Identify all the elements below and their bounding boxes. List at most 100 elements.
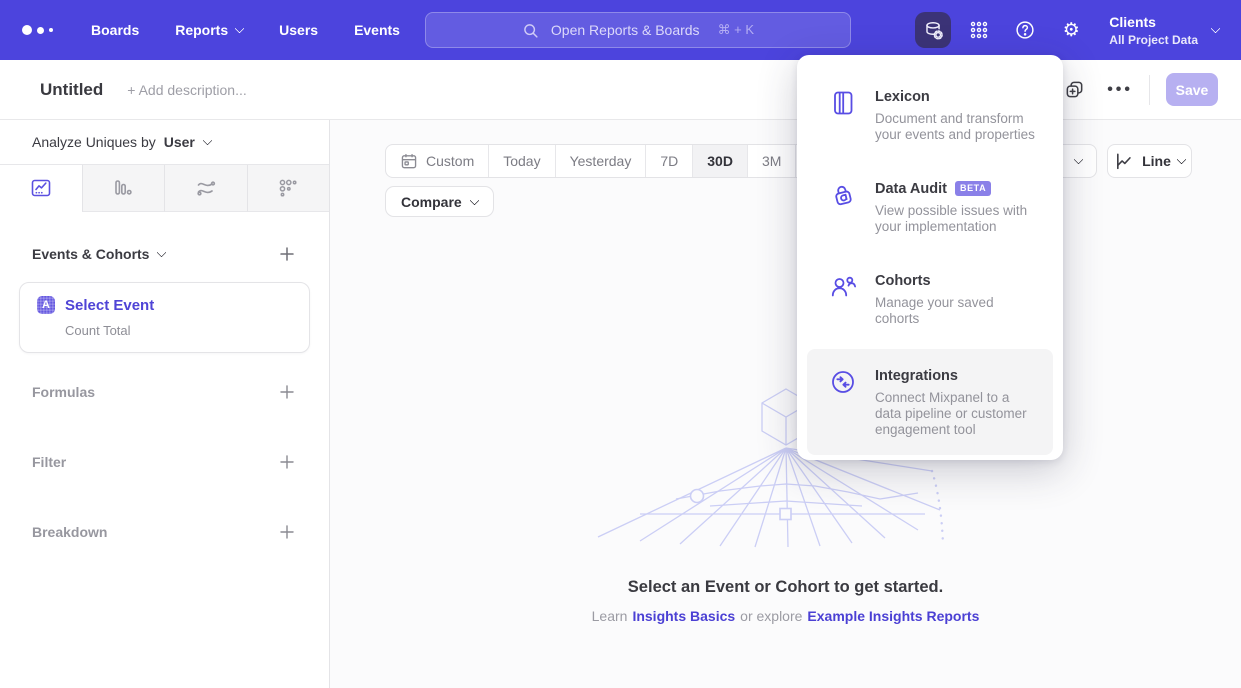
menu-item-title: Lexicon [875, 89, 930, 105]
insights-basics-link[interactable]: Insights Basics [632, 608, 735, 624]
chevron-down-icon [157, 248, 167, 258]
empty-state-text: or explore [740, 608, 802, 624]
apps-grid-button[interactable] [961, 12, 997, 48]
mixpanel-logo[interactable] [22, 25, 53, 35]
range-today[interactable]: Today [488, 145, 554, 177]
menu-item-title: Cohorts [875, 273, 931, 289]
tab-flow[interactable] [164, 165, 247, 212]
range-custom[interactable]: Custom [386, 145, 488, 177]
filter-section: Filter [0, 450, 329, 474]
mixpanel-app: Boards Reports Users Events Open Reports… [0, 0, 1241, 688]
empty-state-title: Select an Event or Cohort to get started… [330, 578, 1241, 597]
range-3m[interactable]: 3M [747, 145, 795, 177]
empty-state: Select an Event or Cohort to get started… [330, 578, 1241, 624]
save-button[interactable]: Save [1166, 73, 1218, 106]
compare-dropdown[interactable]: Compare [385, 186, 494, 217]
more-options-button[interactable]: ••• [1107, 81, 1133, 99]
integrations-sync-icon [829, 368, 857, 396]
database-gear-icon [922, 19, 945, 42]
search-input[interactable]: Open Reports & Boards ⌘ + K [425, 12, 851, 48]
plus-icon [279, 524, 295, 540]
calendar-icon [400, 152, 418, 170]
divider [1149, 75, 1150, 105]
menu-item-title: Integrations [875, 368, 958, 384]
example-reports-link[interactable]: Example Insights Reports [807, 608, 979, 624]
line-chart-icon [1114, 151, 1135, 172]
menu-item-description: Connect Mixpanel to a data pipeline or c… [875, 390, 1039, 438]
retention-dots-icon [276, 176, 300, 200]
project-name: All Project Data [1109, 33, 1198, 47]
lexicon-book-icon [829, 89, 857, 117]
empty-state-text: Learn [592, 608, 628, 624]
data-management-menu: Lexicon Document and transform your even… [797, 55, 1063, 460]
chevron-down-icon [1176, 155, 1186, 165]
range-yesterday[interactable]: Yesterday [555, 145, 646, 177]
add-formula-button[interactable] [277, 382, 297, 402]
bar-chart-icon [111, 176, 135, 200]
nav-reports[interactable]: Reports [175, 22, 243, 38]
menu-item-title: Data Audit [875, 181, 947, 197]
tab-retention[interactable] [247, 165, 330, 212]
chevron-down-icon [1074, 155, 1084, 165]
range-7d[interactable]: 7D [645, 145, 692, 177]
menu-item-description: Manage your saved cohorts [875, 295, 1039, 327]
plus-icon [279, 384, 295, 400]
cohorts-people-icon [829, 273, 857, 301]
menu-item-cohorts[interactable]: Cohorts Manage your saved cohorts [807, 257, 1053, 341]
nav-boards[interactable]: Boards [91, 22, 139, 38]
menu-item-data-audit[interactable]: Data Audit BETA View possible issues with… [807, 165, 1053, 249]
nav-events[interactable]: Events [354, 22, 400, 38]
query-sidebar: Analyze Uniques by User [0, 120, 330, 688]
select-event-button[interactable]: Select Event [65, 297, 154, 314]
chevron-down-icon [202, 136, 212, 146]
tab-insights[interactable] [0, 165, 82, 212]
report-title[interactable]: Untitled [40, 80, 103, 100]
nav-users[interactable]: Users [279, 22, 318, 38]
search-placeholder: Open Reports & Boards [551, 22, 700, 38]
beta-badge: BETA [955, 181, 991, 196]
analyze-label: Analyze Uniques by [32, 134, 156, 150]
range-30d[interactable]: 30D [692, 145, 747, 177]
chevron-down-icon [1211, 24, 1221, 34]
chart-type-dropdown[interactable]: Line [1107, 144, 1192, 178]
duplicate-button[interactable] [1060, 75, 1089, 104]
filter-label: Filter [32, 454, 66, 470]
breakdown-label: Breakdown [32, 524, 107, 540]
plus-icon [279, 454, 295, 470]
analyze-entity-dropdown[interactable]: User [164, 134, 195, 150]
add-breakdown-button[interactable] [277, 522, 297, 542]
plus-icon [279, 246, 295, 262]
breakdown-section: Breakdown [0, 520, 329, 544]
events-cohorts-label[interactable]: Events & Cohorts [32, 246, 149, 262]
data-management-button[interactable] [915, 12, 951, 48]
analyze-row: Analyze Uniques by User [0, 120, 329, 165]
chart-tabs [0, 165, 329, 212]
tab-bar-chart[interactable] [82, 165, 165, 212]
settings-button[interactable]: ⚙ [1053, 12, 1089, 48]
primary-nav: Boards Reports Users Events [91, 22, 400, 38]
org-name: Clients [1109, 14, 1198, 30]
chevron-down-icon [235, 24, 245, 34]
add-filter-button[interactable] [277, 452, 297, 472]
add-description-field[interactable]: + Add description... [127, 82, 246, 98]
aggregation-dropdown[interactable]: Count Total [65, 323, 293, 338]
project-switcher[interactable]: Clients All Project Data [1109, 14, 1219, 47]
insights-chart-icon [29, 176, 53, 200]
event-card[interactable]: A Select Event Count Total [19, 282, 310, 353]
duplicate-icon [1064, 79, 1085, 100]
add-event-button[interactable] [277, 244, 297, 264]
help-button[interactable] [1007, 12, 1043, 48]
formulas-label: Formulas [32, 384, 95, 400]
search-shortcut: ⌘ + K [718, 22, 755, 38]
menu-item-integrations[interactable]: Integrations Connect Mixpanel to a data … [807, 349, 1053, 455]
events-cohorts-header: Events & Cohorts [0, 242, 329, 266]
menu-item-lexicon[interactable]: Lexicon Document and transform your even… [807, 73, 1053, 157]
gear-icon: ⚙ [1063, 21, 1080, 40]
date-controls-row: Custom Today Yesterday 7D 30D 3M 6M 12M [385, 144, 1192, 178]
topbar-actions: ⚙ Clients All Project Data [915, 12, 1219, 48]
topbar: Boards Reports Users Events Open Reports… [0, 0, 1241, 60]
formulas-section: Formulas [0, 380, 329, 404]
grid-icon [968, 19, 990, 41]
menu-item-description: View possible issues with your implement… [875, 203, 1039, 235]
help-icon [1014, 19, 1036, 41]
